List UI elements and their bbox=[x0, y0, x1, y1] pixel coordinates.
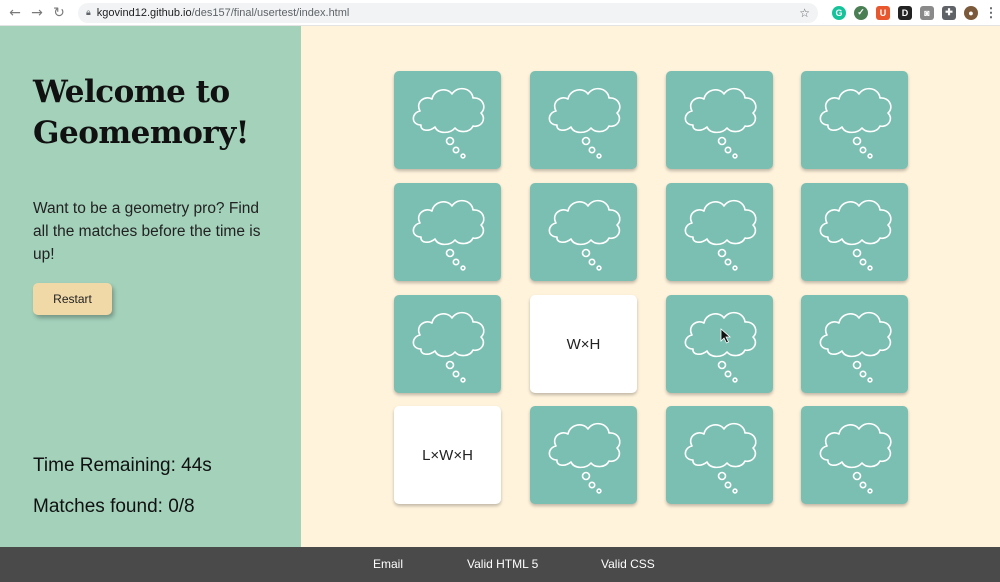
memory-card[interactable] bbox=[394, 183, 501, 281]
memory-card[interactable] bbox=[394, 71, 501, 169]
thought-cloud-icon bbox=[684, 311, 757, 383]
camera-extension-icon[interactable]: ◙ bbox=[920, 5, 934, 20]
memory-card[interactable] bbox=[394, 295, 501, 393]
thought-cloud-icon bbox=[548, 199, 621, 271]
thought-cloud-icon bbox=[819, 199, 892, 271]
thought-cloud-icon bbox=[412, 87, 485, 159]
memory-card[interactable] bbox=[666, 295, 773, 393]
email-link[interactable]: Email bbox=[373, 557, 403, 571]
footer: Email Valid HTML 5 Valid CSS bbox=[0, 547, 1000, 582]
back-arrow-icon[interactable]: ← bbox=[4, 0, 26, 26]
card-label: L×W×H bbox=[422, 446, 473, 464]
memory-card[interactable] bbox=[801, 183, 908, 281]
restart-button[interactable]: Restart bbox=[33, 283, 112, 315]
grammarly-extension-icon[interactable]: G bbox=[832, 5, 846, 20]
thought-cloud-icon bbox=[819, 87, 892, 159]
puzzle-extensions-icon[interactable]: ✚ bbox=[942, 5, 956, 20]
thought-cloud-icon bbox=[684, 87, 757, 159]
memory-card-face[interactable]: L×W×H bbox=[394, 406, 501, 504]
mouse-cursor-icon bbox=[720, 328, 732, 344]
memory-card[interactable] bbox=[801, 406, 908, 504]
memory-card-face[interactable]: W×H bbox=[530, 295, 637, 393]
intro-text: Want to be a geometry pro? Find all the … bbox=[33, 200, 261, 263]
address-bar[interactable]: 🔒︎ kgovind12.github.io/des157/final/user… bbox=[78, 2, 818, 23]
thought-cloud-icon bbox=[819, 311, 892, 383]
matches-found: Matches found: 0/8 bbox=[33, 496, 195, 517]
url-host: kgovind12.github.io bbox=[96, 6, 192, 19]
thought-cloud-icon bbox=[684, 422, 757, 494]
bookmark-star-icon[interactable]: ☆ bbox=[799, 6, 810, 20]
reload-icon[interactable]: ↻ bbox=[48, 0, 70, 26]
thought-cloud-icon bbox=[819, 422, 892, 494]
memory-card[interactable] bbox=[666, 406, 773, 504]
memory-card[interactable] bbox=[801, 295, 908, 393]
page-title: Welcome to Geomemory! bbox=[33, 74, 249, 151]
valid-css-link[interactable]: Valid CSS bbox=[601, 557, 655, 571]
valid-html-link[interactable]: Valid HTML 5 bbox=[467, 557, 538, 571]
browser-toolbar: ← → ↻ 🔒︎ kgovind12.github.io/des157/fina… bbox=[0, 0, 1000, 26]
forward-arrow-icon[interactable]: → bbox=[26, 0, 48, 26]
doc-extension-icon[interactable]: D bbox=[898, 5, 912, 20]
memory-card[interactable] bbox=[666, 183, 773, 281]
url-path: /des157/final/usertest/index.html bbox=[191, 6, 350, 19]
thought-cloud-icon bbox=[548, 87, 621, 159]
memory-card[interactable] bbox=[530, 71, 637, 169]
brave-extension-icon[interactable]: U bbox=[876, 5, 890, 20]
thought-cloud-icon bbox=[412, 311, 485, 383]
lock-icon: 🔒︎ bbox=[86, 7, 91, 17]
time-remaining: Time Remaining: 44s bbox=[33, 455, 212, 476]
menu-kebab-icon[interactable]: ⋮ bbox=[985, 5, 998, 20]
profile-avatar-icon[interactable]: ● bbox=[964, 5, 978, 20]
thought-cloud-icon bbox=[412, 199, 485, 271]
card-label: W×H bbox=[566, 335, 601, 353]
extension-bar: G ✓ U D ◙ ✚ ● ⋮ bbox=[832, 5, 998, 20]
memory-card[interactable] bbox=[801, 71, 908, 169]
thought-cloud-icon bbox=[684, 199, 757, 271]
memory-card[interactable] bbox=[530, 183, 637, 281]
thought-cloud-icon bbox=[548, 422, 621, 494]
memory-card[interactable] bbox=[666, 71, 773, 169]
check-extension-icon[interactable]: ✓ bbox=[854, 5, 868, 20]
sidebar: Welcome to Geomemory! Want to be a geome… bbox=[0, 26, 301, 547]
memory-card[interactable] bbox=[530, 406, 637, 504]
